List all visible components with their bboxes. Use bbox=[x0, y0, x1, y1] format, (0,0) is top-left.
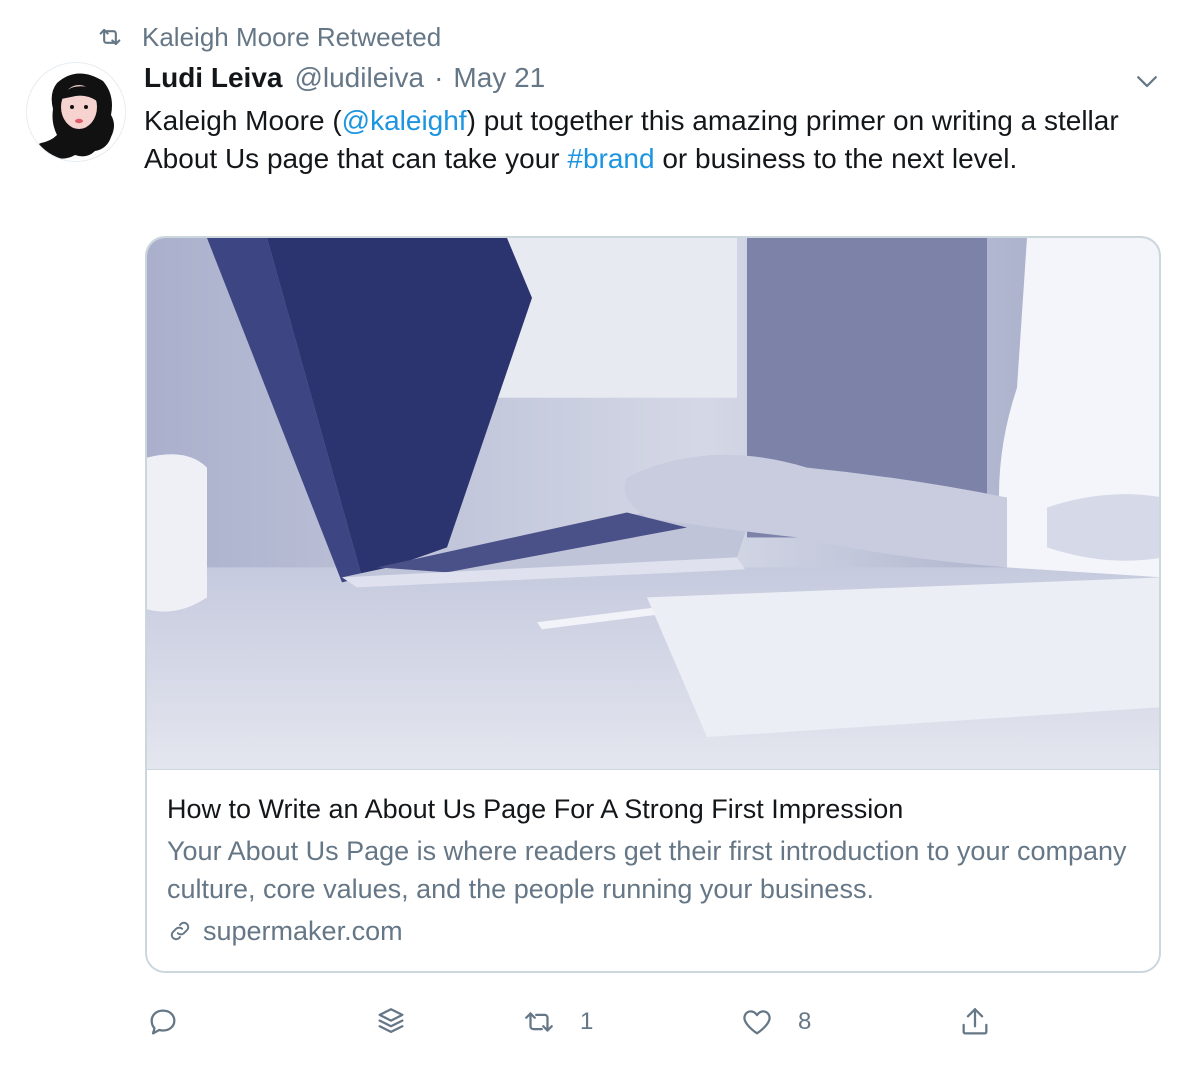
action-bar: 1 8 bbox=[0, 1000, 1188, 1044]
like-button[interactable]: 8 bbox=[740, 1000, 811, 1044]
retweet-button[interactable]: 1 bbox=[522, 1000, 593, 1044]
reply-button[interactable] bbox=[146, 1000, 180, 1044]
hashtag-link[interactable]: #brand bbox=[567, 143, 654, 174]
card-body: How to Write an About Us Page For A Stro… bbox=[167, 790, 1147, 950]
separator-dot: · bbox=[434, 62, 444, 93]
tweet-text-part: or business to the next level. bbox=[654, 143, 1018, 174]
author-name[interactable]: Ludi Leiva bbox=[144, 62, 282, 94]
tweet-header: Ludi Leiva @ludileiva · May 21 bbox=[144, 62, 545, 98]
tweet-text: Kaleigh Moore (@kaleighf) put together t… bbox=[144, 102, 1154, 178]
like-count: 8 bbox=[798, 1008, 812, 1035]
mention-link[interactable]: @kaleighf bbox=[342, 105, 467, 136]
card-domain: supermaker.com bbox=[167, 912, 1147, 950]
card-title: How to Write an About Us Page For A Stro… bbox=[167, 794, 904, 824]
avatar[interactable] bbox=[26, 62, 126, 162]
heart-icon bbox=[743, 1010, 771, 1035]
link-card[interactable]: How to Write an About Us Page For A Stro… bbox=[145, 236, 1161, 973]
share-button[interactable] bbox=[958, 1000, 992, 1044]
retweet-count: 1 bbox=[580, 1008, 594, 1035]
stack-button[interactable] bbox=[374, 1000, 408, 1044]
link-icon bbox=[170, 921, 190, 941]
retweet-context-text: Kaleigh Moore Retweeted bbox=[142, 21, 442, 52]
tweet-date[interactable]: May 21 bbox=[453, 62, 545, 94]
layers-icon bbox=[378, 1008, 404, 1034]
retweet-context[interactable]: Kaleigh Moore Retweeted bbox=[96, 22, 441, 52]
tweet-text-part: Kaleigh Moore ( bbox=[144, 105, 342, 136]
card-image bbox=[147, 238, 1159, 770]
share-icon bbox=[962, 1008, 988, 1035]
card-description: Your About Us Page is where readers get … bbox=[167, 836, 1127, 904]
author-handle[interactable]: @ludileiva bbox=[294, 62, 424, 94]
card-domain-text: supermaker.com bbox=[203, 916, 403, 946]
reply-icon bbox=[150, 1009, 176, 1035]
retweet-icon bbox=[99, 28, 121, 46]
chevron-down-icon[interactable] bbox=[1132, 66, 1162, 96]
retweet-icon bbox=[525, 1012, 553, 1032]
avatar-illustration bbox=[27, 63, 125, 161]
